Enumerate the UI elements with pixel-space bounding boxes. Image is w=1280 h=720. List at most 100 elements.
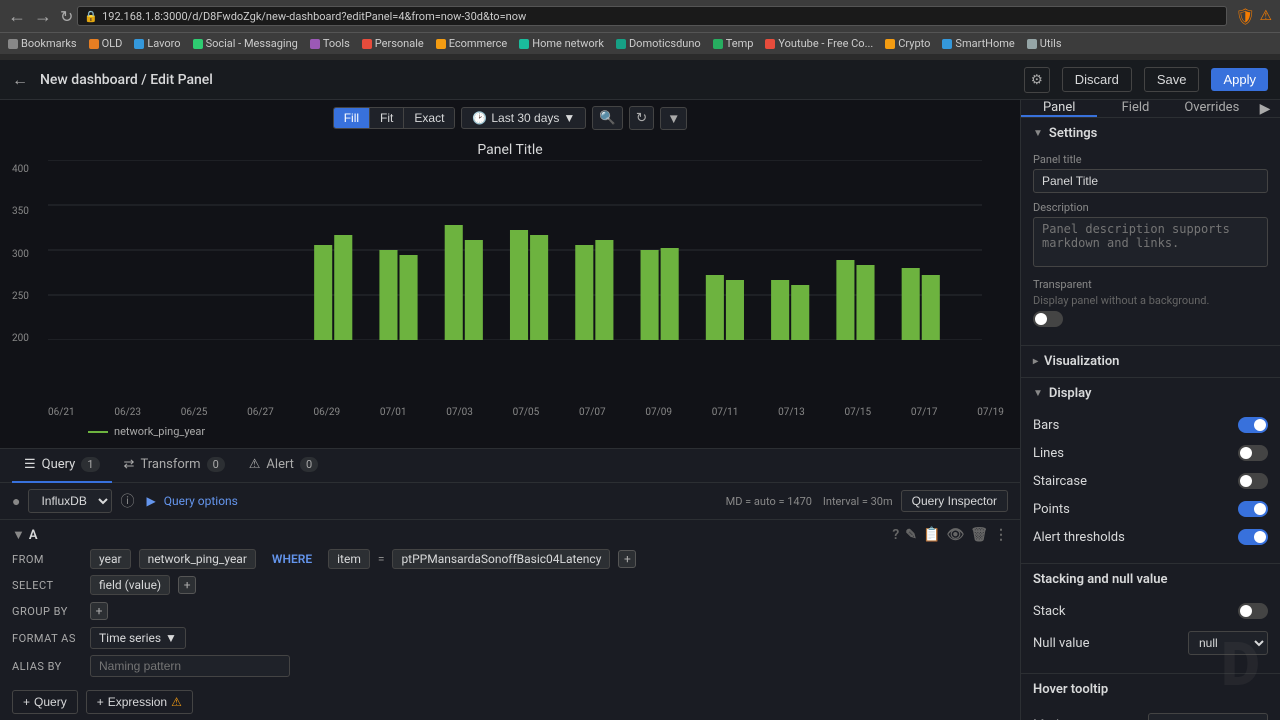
display-header[interactable]: ▼ Display [1021, 378, 1280, 409]
bar [465, 240, 483, 340]
query-icon: ☰ [24, 457, 36, 472]
fit-button[interactable]: Fit [370, 108, 404, 128]
bookmark-personale[interactable]: Personale [362, 37, 424, 50]
bookmark-old[interactable]: OLD [89, 37, 123, 50]
save-button[interactable]: Save [1144, 67, 1200, 92]
visualization-header[interactable]: ▸ Visualization [1021, 346, 1280, 377]
bookmark-bookmarks[interactable]: Bookmarks [8, 37, 77, 50]
settings-header[interactable]: ▼ Settings [1021, 118, 1280, 149]
address-bar[interactable]: 🔒 192.168.1.8:3000/d/D8FwdoZgk/new-dashb… [77, 6, 1227, 26]
bookmark-domo[interactable]: Domoticsduno [616, 37, 701, 50]
discard-button[interactable]: Discard [1062, 67, 1132, 92]
forward-nav[interactable]: → [34, 6, 52, 27]
alias-input[interactable] [90, 655, 290, 677]
search-time-button[interactable]: 🔍 [592, 106, 623, 130]
url-text: 192.168.1.8:3000/d/D8FwdoZgk/new-dashboa… [102, 10, 526, 23]
delete-icon[interactable]: 🗑 [970, 527, 988, 543]
more-options-button[interactable]: ▼ [660, 107, 687, 130]
format-select[interactable]: Time series ▼ [90, 627, 186, 649]
bookmark-youtube[interactable]: Youtube - Free Co... [765, 37, 873, 50]
view-controls: Fill Fit Exact 🕑 Last 30 days ▼ 🔍 ↻ ▼ [0, 100, 1020, 136]
datasource-select[interactable]: InfluxDB [28, 489, 112, 513]
lines-toggle[interactable] [1238, 445, 1268, 461]
bookmark-ecommerce[interactable]: Ecommerce [436, 37, 508, 50]
settings-icon-button[interactable]: ⚙ [1024, 67, 1050, 93]
group-by-row: GROUP BY + [0, 598, 1020, 624]
bookmark-utils[interactable]: Utils [1027, 37, 1062, 50]
x-label: 06/25 [181, 407, 208, 418]
expand-panel-button[interactable]: ▶ [1250, 100, 1280, 117]
hover-content: Mode All series Sort order None [1021, 705, 1280, 720]
tab-transform[interactable]: ⇄ Transform 0 [112, 449, 237, 483]
back-button[interactable]: ← [12, 70, 28, 90]
copy-icon[interactable]: 📋 [923, 527, 940, 543]
exact-button[interactable]: Exact [404, 108, 454, 128]
add-expression-button[interactable]: + Expression ⚠ [86, 690, 193, 714]
x-label: 07/01 [380, 407, 407, 418]
stack-toggle[interactable] [1238, 603, 1268, 619]
bookmark-home[interactable]: Home network [519, 37, 604, 50]
panel-title-input[interactable] [1033, 169, 1268, 193]
apply-button[interactable]: Apply [1211, 68, 1268, 91]
bar [595, 240, 613, 340]
add-where-button[interactable]: + [618, 550, 636, 568]
from-measurement[interactable]: network_ping_year [139, 549, 256, 569]
description-label: Description [1033, 201, 1268, 214]
where-field[interactable]: item [328, 549, 370, 569]
refresh-button[interactable]: ↻ [629, 106, 654, 130]
bar [661, 248, 679, 340]
tab-panel[interactable]: Panel [1021, 100, 1097, 117]
back-nav[interactable]: ← [8, 6, 26, 27]
x-label: 07/03 [446, 407, 473, 418]
bookmark-lavoro[interactable]: Lavoro [134, 37, 180, 50]
staircase-toggle[interactable] [1238, 473, 1268, 489]
bookmark-crypto[interactable]: Crypto [885, 37, 930, 50]
description-input[interactable] [1033, 217, 1268, 267]
watermark: D [1221, 629, 1260, 700]
transparent-toggle[interactable] [1033, 311, 1063, 327]
fill-button[interactable]: Fill [334, 108, 370, 128]
edit-icon[interactable]: ✎ [905, 527, 917, 543]
chart-container [8, 160, 1012, 370]
where-value[interactable]: ptPPMansardaSonoffBasic04Latency [392, 549, 610, 569]
bookmark-smarthome[interactable]: SmartHome [942, 37, 1014, 50]
collapse-icon[interactable]: ▼ [12, 527, 25, 543]
tab-query[interactable]: ☰ Query 1 [12, 449, 112, 483]
collapse-arrow: ▼ [1033, 128, 1043, 139]
points-toggle[interactable] [1238, 501, 1268, 517]
points-row: Points [1033, 497, 1268, 521]
expand-icon[interactable]: ▶ [146, 494, 155, 508]
help-icon[interactable]: ? [892, 527, 899, 543]
bar [510, 230, 528, 340]
points-label: Points [1033, 502, 1070, 517]
bars-toggle[interactable] [1238, 417, 1268, 433]
bookmark-tools[interactable]: Tools [310, 37, 350, 50]
info-icon[interactable]: ⓘ [120, 491, 134, 511]
query-inspector-button[interactable]: Query Inspector [901, 490, 1008, 512]
tab-overrides[interactable]: Overrides [1174, 100, 1250, 117]
chart-area: Panel Title [8, 136, 1012, 448]
visualization-section: ▸ Visualization [1021, 346, 1280, 378]
mode-select[interactable]: All series [1148, 713, 1268, 720]
format-as-row: Format As Time series ▼ [0, 624, 1020, 652]
query-options-link[interactable]: Query options [164, 494, 238, 508]
eye-icon[interactable]: 👁 [946, 527, 964, 543]
drag-icon[interactable]: ⋮ [994, 527, 1008, 543]
add-select-button[interactable]: + [178, 576, 196, 594]
x-label: 07/09 [645, 407, 672, 418]
stack-row: Stack [1033, 599, 1268, 623]
datasource-icon[interactable]: ● [12, 493, 20, 510]
tab-field[interactable]: Field [1097, 100, 1173, 117]
chart-title: Panel Title [8, 136, 1012, 160]
alert-thresholds-toggle[interactable] [1238, 529, 1268, 545]
staircase-label: Staircase [1033, 474, 1087, 489]
add-query-button[interactable]: + Query [12, 690, 78, 714]
bookmark-temp[interactable]: Temp [713, 37, 754, 50]
add-group-by-button[interactable]: + [90, 602, 108, 620]
settings-section: ▼ Settings Panel title Description Trans… [1021, 118, 1280, 346]
field-value[interactable]: field (value) [90, 575, 170, 595]
bookmark-social[interactable]: Social - Messaging [193, 37, 298, 50]
time-range-button[interactable]: 🕑 Last 30 days ▼ [461, 107, 586, 129]
reload-btn[interactable]: ↻ [60, 7, 73, 26]
tab-alert[interactable]: ⚠ Alert 0 [237, 449, 330, 483]
